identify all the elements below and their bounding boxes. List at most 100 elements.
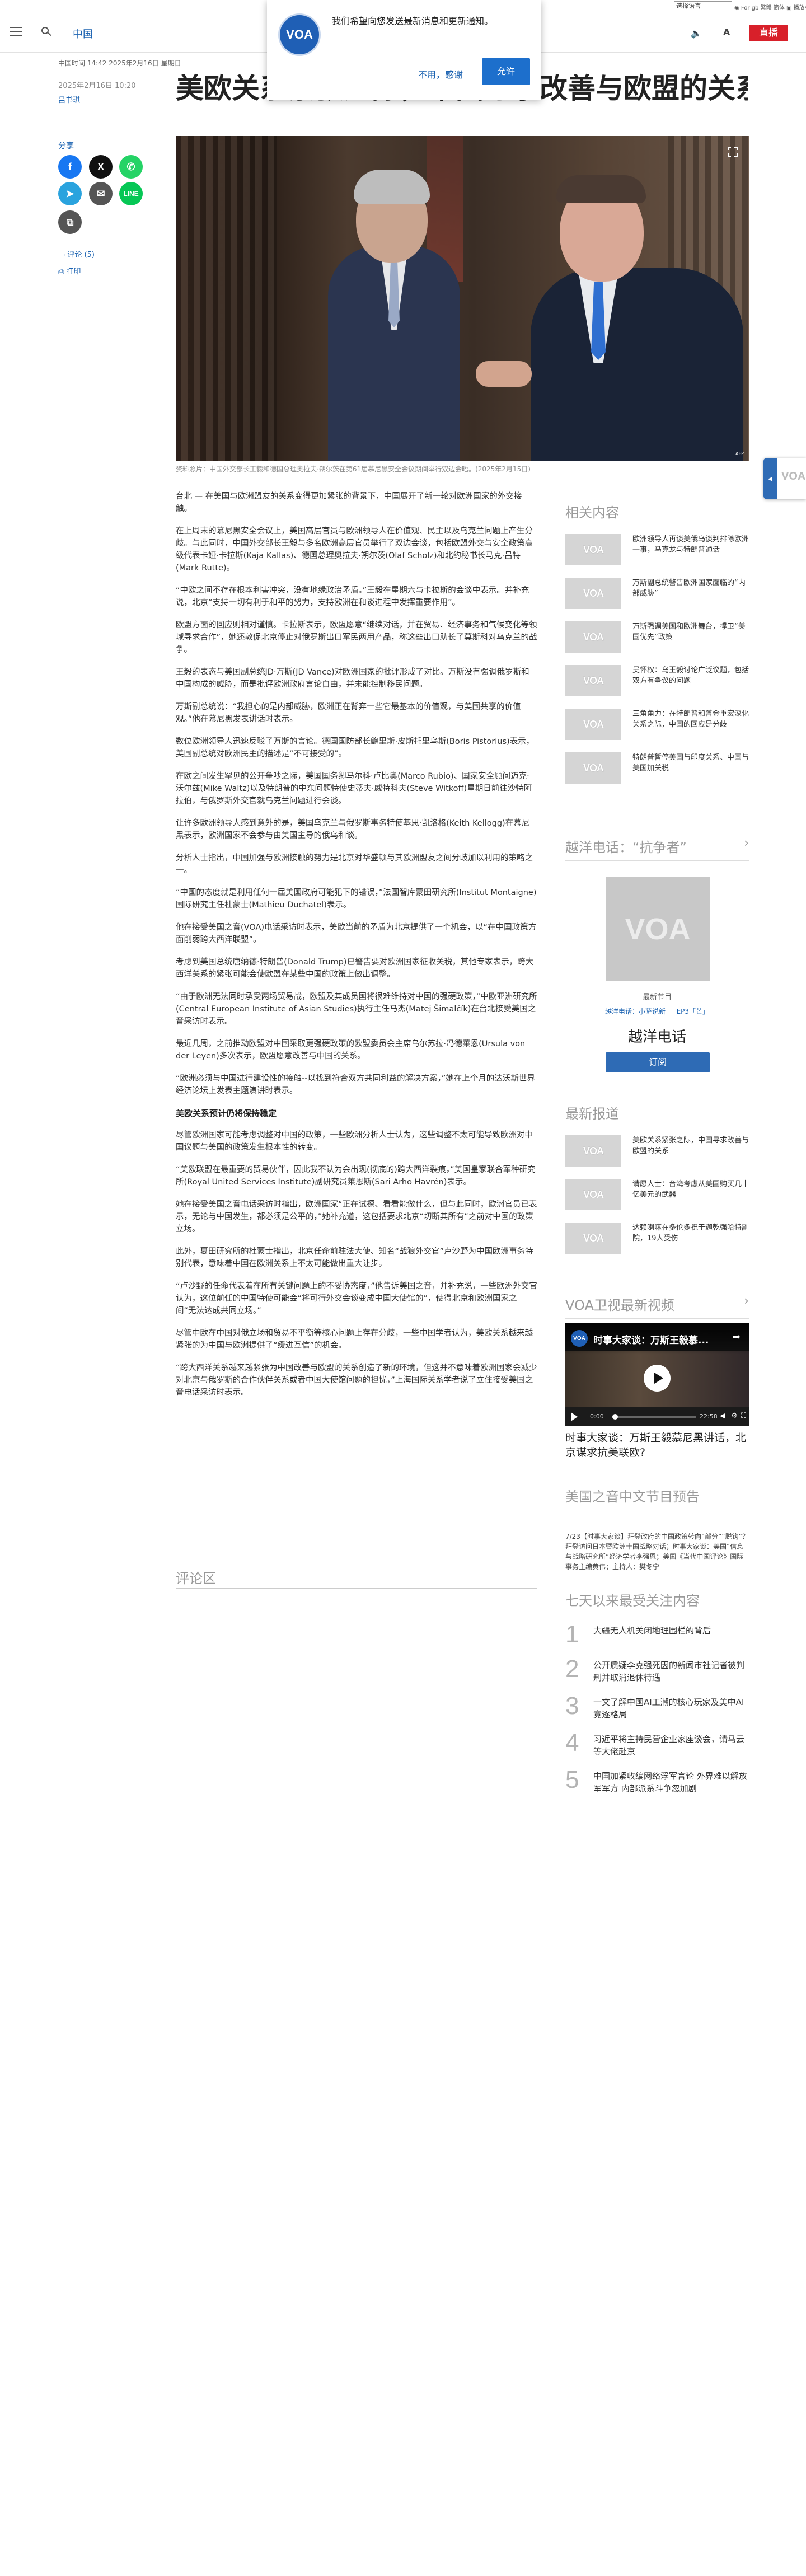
notification-message: 我们希望向您发送最新消息和更新通知。 (332, 16, 494, 26)
paragraph: 考虑到美国总统唐纳德·特朗普(Donald Trump)已警告要对欧洲国家征收关… (176, 958, 534, 979)
related-item[interactable]: VOA 吴怀权：乌王毅讨论广泛议题，包括双方有争议的问题 (565, 665, 749, 700)
most-viewed-item[interactable]: 3 一文了解中国AI工潮的核心玩家及美中AI竞逐格局 (565, 1694, 749, 1721)
latest-heading: 最新报道 (565, 1103, 749, 1127)
podcast-cover[interactable]: VOA (606, 877, 710, 981)
volume-icon[interactable]: ◀ (720, 1412, 725, 1420)
paragraph: 台北 — 在美国与欧洲盟友的关系变得更加紧张的背景下，中国展开了新一轮对欧洲国家… (176, 492, 522, 513)
video-player[interactable]: VOA 时事大家谈：万斯王毅慕... ➦ 0:00 22:58 ◀ ⚙ ⛶ (565, 1323, 749, 1426)
paragraph: 最近几周，之前推动欧盟对中国采取更强硬政策的欧盟委员会主席乌尔苏拉·冯德莱恩(U… (176, 1039, 526, 1061)
program-text[interactable]: 7/23【时事大家谈】拜登政府的中国政策转向“部分”“脱钩”？拜登访问日本暨欧洲… (565, 1531, 749, 1572)
rank-number: 3 (565, 1692, 579, 1720)
program-heading: 美国之音中文节目预告 (565, 1486, 749, 1510)
related-item[interactable]: VOA 特朗普暂停美国与印度关系、中国与美国加关税 (565, 752, 749, 787)
video-title[interactable]: 时事大家谈：万斯王毅慕... (593, 1332, 722, 1346)
most-viewed-item[interactable]: 4 习近平将主持民营企业家座谈会，请马云等大佬赴京 (565, 1731, 749, 1758)
whatsapp-share-button[interactable]: ✆ (119, 155, 143, 179)
floating-side-tab[interactable]: ◂ VOA (763, 458, 806, 499)
rank-number: 4 (565, 1729, 579, 1757)
podcast-episode-links[interactable]: 越洋电话：小萨说新 ｜ EP3「芒」 (565, 1006, 749, 1016)
telegram-icon: ➤ (65, 188, 74, 199)
paragraph: 欧盟方面的回应则相对谨慎。卡拉斯表示，欧盟愿意“继续对话，并在贸易、经济事务和气… (176, 621, 537, 654)
settings-icon[interactable]: ⚙ (731, 1412, 738, 1420)
paragraph: “由于欧洲无法同时承受两场贸易战，欧盟及其成员国将很难维持对中国的强硬政策，”中… (176, 992, 537, 1026)
video-caption[interactable]: 时事大家谈：万斯王毅慕尼黑讲话，北京谋求抗美联欧? (565, 1431, 749, 1460)
video-heading[interactable]: VOA卫视最新视频 › (565, 1294, 749, 1319)
thumbnail: VOA (565, 1223, 621, 1254)
voa-logo: VOA (278, 13, 321, 56)
email-share-button[interactable]: ✉ (89, 182, 113, 205)
latest-item[interactable]: VOA 请愿人士：台湾考虑从美国购买几十亿美元的武器 (565, 1179, 749, 1214)
paragraph: 她在接受美国之音电话采访时指出，欧洲国家“正在试探、看看能做什么，但与此同时，欧… (176, 1200, 537, 1234)
current-time: 0:00 (590, 1413, 604, 1420)
facebook-share-button[interactable]: f (58, 155, 82, 179)
seek-bar[interactable] (612, 1416, 696, 1418)
text-size-icon[interactable]: A (723, 27, 730, 38)
seek-knob[interactable] (612, 1414, 618, 1420)
related-content: 相关内容 VOA 欧洲领导人再谈美俄乌谈判排除欧洲一事，马克龙与特朗普通话 VOA… (565, 502, 749, 796)
top-links[interactable]: ◉ For gb 繁體 简体 ▣ 播放中 (734, 3, 806, 11)
share-icon[interactable]: ➦ (732, 1331, 741, 1343)
author-link[interactable]: 吕书琪 (58, 94, 80, 105)
paragraph: “美欧联盟在最重要的贸易伙伴，因此我不认为会出现(彻底的)跨大西洋裂痕，”美国皇… (176, 1165, 536, 1187)
subscribe-button[interactable]: 订阅 (606, 1052, 710, 1072)
fullscreen-video-icon[interactable]: ⛶ (741, 1412, 746, 1420)
latest-item[interactable]: VOA 达赖喇嘛在多伦多祝于迦乾强哈特副院，19人受伤 (565, 1223, 749, 1257)
related-item[interactable]: VOA 欧洲领导人再谈美俄乌谈判排除欧洲一事，马克龙与特朗普通话 (565, 534, 749, 569)
hero-photo (176, 136, 749, 461)
paragraph: 王毅的表态与美国副总统JD·万斯(JD Vance)对欧洲国家的批评形成了对比。… (176, 668, 529, 689)
podcast-name: 越洋电话 (627, 1029, 686, 1046)
thumbnail: VOA (565, 709, 621, 740)
whatsapp-icon: ✆ (126, 161, 135, 172)
related-item[interactable]: VOA 万斯强调美国和欧洲舞台，撑卫“美国优先”政策 (565, 621, 749, 656)
play-icon[interactable] (644, 1365, 671, 1392)
thumbnail: VOA (565, 665, 621, 696)
side-tab-label: VOA (781, 470, 806, 483)
notification-prompt: VOA 我们希望向您发送最新消息和更新通知。 不用，感谢 允许 (267, 0, 541, 100)
arrow-left-icon[interactable]: ◂ (763, 458, 777, 499)
paragraph: 数位欧洲领导人迅速反驳了万斯的言论。德国国防部长鲍里斯·皮斯托里乌斯(Boris… (176, 737, 535, 758)
podcast-latest-label: 最新节目 (642, 993, 672, 1001)
most-viewed-heading: 七天以来最受关注内容 (565, 1590, 749, 1614)
decline-button[interactable]: 不用，感谢 (410, 65, 471, 85)
telegram-share-button[interactable]: ➤ (58, 182, 82, 205)
rank-number: 1 (565, 1620, 579, 1648)
copy-icon: ⧉ (66, 216, 74, 228)
rank-number: 5 (565, 1766, 579, 1793)
podcast-heading[interactable]: 越洋电话：“抗争者” › (565, 836, 749, 861)
copy-link-button[interactable]: ⧉ (58, 210, 82, 234)
email-icon: ✉ (96, 188, 105, 199)
language-select[interactable]: 选择语言 (674, 1, 732, 11)
video-controls: 0:00 22:58 ◀ ⚙ ⛶ (565, 1407, 749, 1426)
most-viewed-item[interactable]: 5 中国加紧收编网络浮军言论 外界难以解放军军方 内部派系斗争忽加剧 (565, 1768, 749, 1795)
latest-item[interactable]: VOA 美欧关系紧张之际，中国寻求改善与欧盟的关系 (565, 1135, 749, 1170)
subheading: 美欧关系预计仍将保持稳定 (176, 1108, 277, 1118)
play-small-icon[interactable] (571, 1412, 578, 1421)
chevron-right-icon[interactable]: › (744, 1294, 749, 1308)
hamburger-menu-icon[interactable] (10, 27, 22, 38)
dateline: 中国时间 14:42 2025年2月16日 星期日 (58, 59, 181, 67)
paragraph: 万斯副总统说：“我担心的是内部威胁，欧洲正在背弃一些它最基本的价值观，与美国共享… (176, 702, 521, 724)
thumbnail: VOA (565, 534, 621, 565)
search-icon[interactable] (41, 27, 53, 38)
allow-button[interactable]: 允许 (482, 58, 530, 85)
video-section: VOA卫视最新视频 › (565, 1294, 749, 1327)
paragraph: “欧洲必须与中国进行建设性的接触--以找到符合双方共同利益的解决方案，”她在上个… (176, 1074, 535, 1095)
chevron-right-icon[interactable]: › (744, 836, 749, 850)
related-item[interactable]: VOA 万斯副总统警告欧洲国家面临的“内部威胁” (565, 578, 749, 612)
live-button[interactable]: 直播 (749, 25, 788, 41)
rank-number: 2 (565, 1655, 579, 1683)
print-link[interactable]: ⎙ 打印 (58, 265, 81, 276)
related-item[interactable]: VOA 三角角力：在特朗普和普金重宏深化关系之际，中国的回应是分歧 (565, 709, 749, 743)
x-share-button[interactable]: X (89, 155, 113, 179)
section-link-china[interactable]: 中国 (73, 26, 93, 41)
comments-link[interactable]: ▭ 评论 (5) (58, 249, 95, 259)
most-viewed-item[interactable]: 2 公开质疑李克强死因的新闻市社记者被判刑并取消退休待遇 (565, 1657, 749, 1684)
audio-icon[interactable]: 🔈 (691, 28, 702, 39)
line-share-button[interactable]: LINE (119, 182, 143, 205)
paragraph: 尽管中欧在中国对俄立场和贸易不平衡等核心问题上存在分歧，一些中国学者认为，美欧关… (176, 1329, 533, 1350)
thumbnail: VOA (565, 578, 621, 609)
publish-date: 2025年2月16日 10:20 (58, 82, 136, 90)
fullscreen-icon[interactable] (728, 147, 738, 157)
most-viewed: 七天以来最受关注内容 1 大疆无人机关闭地理围栏的背后 2 公开质疑李克强死因的新闻… (565, 1590, 749, 1805)
most-viewed-item[interactable]: 1 大疆无人机关闭地理围栏的背后 (565, 1622, 749, 1647)
